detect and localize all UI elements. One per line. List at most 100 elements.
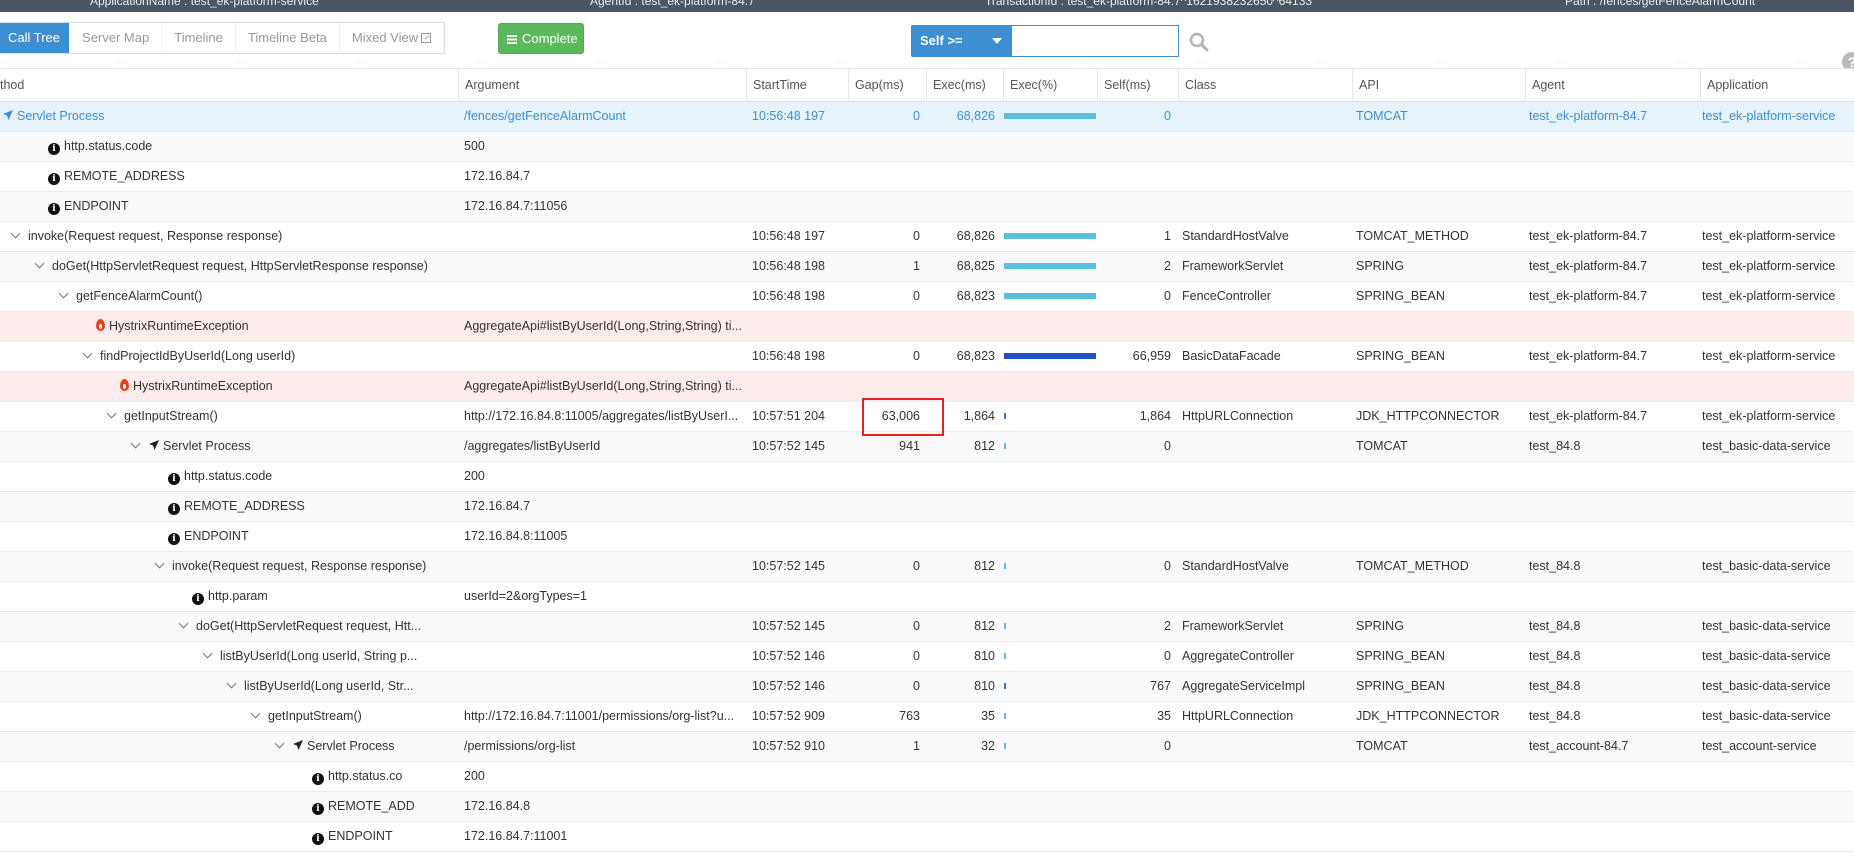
- table-row[interactable]: i http.status.co 200: [0, 762, 1854, 792]
- table-row[interactable]: i REMOTE_ADDRESS 172.16.84.7: [0, 492, 1854, 522]
- table-row[interactable]: listByUserId(Long userId, String p... 10:…: [0, 642, 1854, 672]
- tab-call-tree[interactable]: Call Tree: [0, 23, 71, 53]
- search-icon[interactable]: [1189, 32, 1209, 52]
- expand-toggle-icon[interactable]: [10, 228, 21, 239]
- expand-toggle-icon[interactable]: [130, 438, 141, 449]
- tab-mixed-view[interactable]: Mixed View: [339, 23, 445, 53]
- external-link-icon: [421, 33, 432, 43]
- argument-cell: http://172.16.84.7:11001/permissions/org…: [464, 709, 735, 723]
- application-cell: test_ek-platform-service: [1702, 259, 1836, 273]
- expand-toggle-icon[interactable]: [250, 708, 261, 719]
- column-header-starttime[interactable]: StartTime: [746, 69, 848, 102]
- argument-cell: 200: [464, 469, 485, 483]
- table-row[interactable]: Servlet Process/permissions/org-list 10:5…: [0, 732, 1854, 762]
- agent-cell: test_84.8: [1529, 619, 1581, 633]
- column-header-self[interactable]: Self(ms): [1097, 69, 1182, 102]
- tab-server-map[interactable]: Server Map: [70, 23, 163, 53]
- application-cell: test_ek-platform-service: [1702, 349, 1836, 363]
- application-cell: test_basic-data-service: [1702, 439, 1831, 453]
- toolbar: Call Tree Server Map Timeline Timeline B…: [0, 22, 1854, 72]
- table-row[interactable]: i http.status.code 500: [0, 132, 1854, 162]
- column-header-argument[interactable]: Argument: [458, 69, 748, 102]
- agent-cell: test_84.8: [1529, 439, 1581, 453]
- table-row[interactable]: invoke(Request request, Response respons…: [0, 222, 1854, 252]
- table-row[interactable]: Servlet Process/aggregates/listByUserId 1…: [0, 432, 1854, 462]
- expand-toggle-icon[interactable]: [58, 288, 69, 299]
- method-name: http.param: [208, 589, 268, 603]
- argument-cell: /aggregates/listByUserId: [464, 439, 601, 453]
- expand-toggle-icon[interactable]: [274, 738, 285, 749]
- class-cell: AggregateController: [1182, 649, 1294, 663]
- self-cell: 2: [1164, 259, 1171, 273]
- self-filter-select[interactable]: Self >=: [911, 25, 1011, 57]
- table-row[interactable]: doGet(HttpServletRequest request, HttpSe…: [0, 252, 1854, 282]
- table-row[interactable]: i REMOTE_ADDRESS 172.16.84.7: [0, 162, 1854, 192]
- start-time-cell: 10:57:52 910: [752, 739, 825, 753]
- table-row[interactable]: doGet(HttpServletRequest request, Htt...…: [0, 612, 1854, 642]
- expand-toggle-icon[interactable]: [226, 678, 237, 689]
- exec-percent-bar: [1004, 563, 1006, 569]
- table-row[interactable]: getFenceAlarmCount() 10:56:48 198 0 68,823 0…: [0, 282, 1854, 312]
- table-row[interactable]: listByUserId(Long userId, Str... 10:57:52…: [0, 672, 1854, 702]
- self-filter-input[interactable]: [1011, 25, 1179, 57]
- agent-cell: test_ek-platform-84.7: [1529, 289, 1648, 303]
- table-row[interactable]: i http.param userId=2&orgTypes=1: [0, 582, 1854, 612]
- exec-percent-bar: [1004, 413, 1006, 419]
- info-icon: i: [48, 203, 60, 215]
- method-cell: i http.status.code: [0, 462, 456, 491]
- method-cell: getFenceAlarmCount(): [0, 282, 456, 311]
- method-name: doGet(HttpServletRequest request, Htt...: [196, 619, 422, 633]
- method-name: ENDPOINT: [328, 829, 393, 843]
- argument-cell: 172.16.84.7:11001: [464, 829, 568, 843]
- table-row[interactable]: i ENDPOINT 172.16.84.7:11001: [0, 822, 1854, 852]
- method-name: invoke(Request request, Response respons…: [28, 229, 283, 243]
- method-name: Servlet Process: [307, 739, 395, 753]
- column-header-application[interactable]: Application: [1700, 69, 1854, 102]
- expand-toggle-icon[interactable]: [82, 348, 93, 359]
- start-time-cell: 10:57:52 146: [752, 679, 825, 693]
- expand-toggle-icon[interactable]: [154, 558, 165, 569]
- api-cell: TOMCAT_METHOD: [1356, 559, 1469, 573]
- table-row[interactable]: findProjectIdByUserId(Long userId) 10:56:…: [0, 342, 1854, 372]
- table-row[interactable]: Servlet Process/fences/getFenceAlarmCoun…: [0, 102, 1854, 132]
- application-cell: test_basic-data-service: [1702, 649, 1831, 663]
- gap-cell: 0: [913, 349, 920, 363]
- table-row[interactable]: HystrixRuntimeException AggregateApi#list…: [0, 312, 1854, 342]
- table-row[interactable]: i http.status.code 200: [0, 462, 1854, 492]
- exec-percent-bar: [1004, 353, 1096, 359]
- transaction-id-info: TransactionId : test_ek-platform-84.7^16…: [985, 0, 1313, 8]
- column-header-api[interactable]: API: [1352, 69, 1526, 102]
- path-info: Path : /fences/getFenceAlarmCount: [1565, 0, 1756, 8]
- column-header-exec[interactable]: Exec(ms): [926, 69, 1004, 102]
- method-cell: listByUserId(Long userId, Str...: [0, 672, 456, 701]
- argument-cell: 172.16.84.7: [464, 169, 531, 183]
- exec-percent-bar: [1004, 233, 1096, 239]
- table-row[interactable]: i REMOTE_ADD 172.16.84.8: [0, 792, 1854, 822]
- method-name: REMOTE_ADDRESS: [184, 499, 305, 513]
- expand-toggle-icon[interactable]: [202, 648, 213, 659]
- expand-toggle-icon[interactable]: [106, 408, 117, 419]
- table-row[interactable]: i ENDPOINT 172.16.84.7:11056: [0, 192, 1854, 222]
- expand-toggle-icon[interactable]: [34, 258, 45, 269]
- api-cell: SPRING_BEAN: [1356, 349, 1445, 363]
- method-cell: i http.status.co: [0, 762, 456, 791]
- tab-timeline-beta[interactable]: Timeline Beta: [235, 23, 340, 53]
- table-row[interactable]: getInputStream() http://172.16.84.7:11001…: [0, 702, 1854, 732]
- table-row[interactable]: i ENDPOINT 172.16.84.8:11005: [0, 522, 1854, 552]
- column-header-agent[interactable]: Agent: [1525, 69, 1701, 102]
- column-header-exec-pct[interactable]: Exec(%): [1003, 69, 1098, 102]
- table-row[interactable]: invoke(Request request, Response respons…: [0, 552, 1854, 582]
- application-cell: test_basic-data-service: [1702, 679, 1831, 693]
- column-header-method[interactable]: thod: [0, 69, 464, 102]
- exec-percent-bar: [1004, 743, 1006, 749]
- application-cell: test_basic-data-service: [1702, 709, 1831, 723]
- exec-percent-bar: [1004, 713, 1006, 719]
- method-name: listByUserId(Long userId, Str...: [244, 679, 414, 693]
- complete-button[interactable]: Complete: [498, 23, 584, 54]
- tab-timeline[interactable]: Timeline: [162, 23, 236, 53]
- self-cell: 66,959: [1132, 349, 1171, 363]
- column-header-class[interactable]: Class: [1178, 69, 1354, 102]
- expand-toggle-icon[interactable]: [178, 618, 189, 629]
- column-header-gap[interactable]: Gap(ms): [848, 69, 928, 102]
- agent-cell: test_84.8: [1529, 559, 1581, 573]
